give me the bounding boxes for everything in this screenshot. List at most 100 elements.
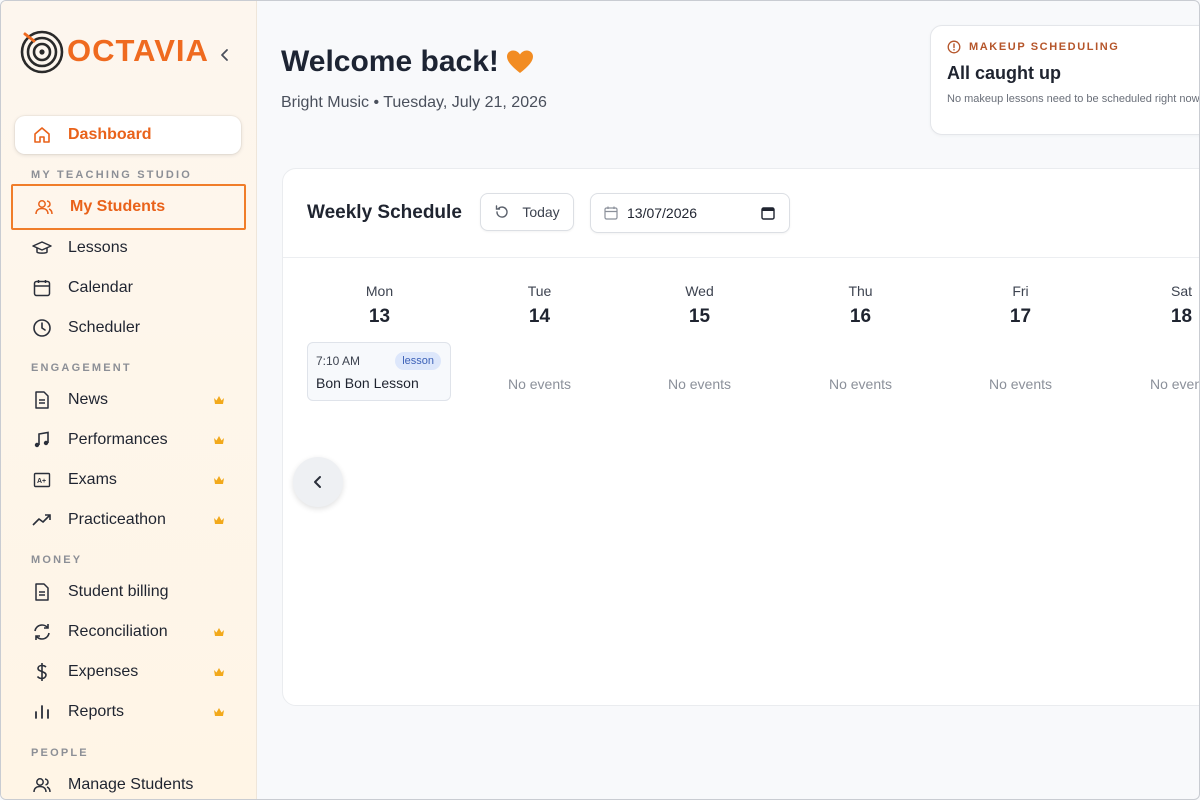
sidebar-item-label: Lessons (68, 239, 128, 256)
sidebar-item-label: Reports (68, 703, 125, 720)
today-button[interactable]: Today (480, 193, 574, 231)
sidebar-item-label: Exams (68, 471, 117, 488)
today-label: Today (522, 204, 560, 220)
reset-icon (496, 205, 508, 218)
day-header-tue: Tue 14 (467, 283, 612, 328)
sidebar-item-performances[interactable]: Performances (15, 421, 241, 459)
section-label-people: PEOPLE (31, 747, 89, 759)
bar-chart-icon (31, 701, 53, 723)
calendar-icon (31, 277, 53, 299)
users-icon (33, 196, 55, 218)
makeup-scheduling-card: MAKEUP SCHEDULING All caught up No makeu… (930, 25, 1199, 135)
section-label-money: MONEY (31, 554, 83, 566)
day-header-thu: Thu 16 (788, 283, 933, 328)
section-label-engagement: ENGAGEMENT (31, 362, 132, 374)
day-header-mon: Mon 13 (307, 283, 452, 328)
sidebar-item-manage-students[interactable]: Manage Students (15, 766, 241, 799)
crown-icon (214, 708, 224, 716)
day-name: Tue (527, 283, 552, 299)
home-icon (31, 124, 53, 146)
no-events-text: No events (828, 376, 893, 392)
document-icon (31, 581, 53, 603)
chevron-left-icon (221, 49, 228, 61)
sidebar-item-label: Practiceathon (68, 511, 166, 528)
sidebar-item-expenses[interactable]: Expenses (15, 653, 241, 691)
brand-name: OCTAVIA (67, 33, 209, 68)
week-date-input[interactable]: 13/07/2026 (590, 193, 790, 233)
page-subtitle: Bright Music • Tuesday, July 21, 2026 (281, 94, 547, 111)
day-number: 18 (1170, 306, 1193, 327)
day-name: Wed (685, 283, 714, 299)
welcome-text: Welcome back! (281, 45, 499, 78)
svg-text:A+: A+ (37, 478, 46, 485)
day-number: 15 (688, 306, 711, 327)
no-events-text: No events (667, 376, 732, 392)
event-card[interactable]: 7:10 AM lesson Bon Bon Lesson (307, 342, 451, 401)
sidebar-item-scheduler[interactable]: Scheduler (15, 309, 241, 347)
logo: OCTAVIA (19, 29, 209, 74)
trending-up-icon (31, 509, 53, 531)
sidebar-item-label: Student billing (68, 583, 169, 600)
previous-week-button[interactable] (293, 457, 343, 507)
sidebar-item-label: Calendar (68, 279, 133, 296)
chevron-left-icon (314, 476, 321, 488)
event-title: Bon Bon Lesson (316, 375, 419, 391)
crown-icon (214, 628, 224, 636)
day-name: Thu (848, 283, 873, 299)
crown-icon (214, 396, 224, 404)
date-picker-icon[interactable] (761, 206, 775, 220)
event-time: 7:10 AM (316, 354, 361, 368)
makeup-label-text: MAKEUP SCHEDULING (969, 41, 1120, 53)
sidebar-item-practiceathon[interactable]: Practiceathon (15, 501, 241, 539)
no-events-text: No events (1149, 376, 1199, 392)
no-events-text: No events (507, 376, 572, 392)
sidebar-item-label: Reconciliation (68, 623, 168, 640)
day-number: 17 (1009, 306, 1032, 327)
sidebar-item-reconciliation[interactable]: Reconciliation (15, 613, 241, 651)
page-title: Welcome back! (281, 45, 535, 79)
sidebar: OCTAVIA Dashboard MY TEACHING STUDIO My … (1, 1, 257, 799)
makeup-title: All caught up (947, 63, 1061, 83)
sidebar-item-dashboard[interactable]: Dashboard (15, 116, 241, 154)
refresh-icon (31, 621, 53, 643)
sidebar-item-reports[interactable]: Reports (15, 693, 241, 731)
sidebar-item-label: Dashboard (68, 126, 152, 143)
calendar-icon (604, 206, 618, 220)
crown-icon (214, 436, 224, 444)
collapse-sidebar-button[interactable] (213, 43, 237, 67)
day-name: Fri (1012, 283, 1029, 299)
document-icon (31, 389, 53, 411)
dollar-icon (31, 661, 53, 683)
weekly-schedule-card: Weekly Schedule Today 13/07/2026 Mon 13 … (282, 168, 1199, 706)
event-type-badge: lesson (395, 352, 441, 370)
sidebar-item-label: Manage Students (68, 776, 194, 793)
date-value: 13/07/2026 (627, 205, 698, 221)
day-header-fri: Fri 17 (948, 283, 1093, 328)
app-window: OCTAVIA Dashboard MY TEACHING STUDIO My … (0, 0, 1200, 800)
music-note-icon (31, 429, 53, 451)
sidebar-item-label: Scheduler (68, 319, 141, 336)
sidebar-item-news[interactable]: News (15, 381, 241, 419)
day-number: 14 (528, 306, 551, 327)
section-label-studio: MY TEACHING STUDIO (31, 169, 193, 181)
sidebar-item-label: My Students (70, 198, 166, 215)
sidebar-item-student-billing[interactable]: Student billing (15, 573, 241, 611)
clock-icon (31, 317, 53, 339)
day-name: Sat (1170, 283, 1192, 299)
day-header-sat: Sat 18 (1109, 283, 1199, 328)
crown-icon (214, 516, 224, 524)
orange-heart-icon (506, 50, 533, 73)
octavia-logo-icon (20, 30, 64, 74)
sidebar-item-my-students[interactable]: My Students (11, 184, 246, 230)
sidebar-item-label: Expenses (68, 663, 139, 680)
sidebar-item-exams[interactable]: A+ Exams (15, 461, 241, 499)
grade-icon: A+ (31, 469, 53, 491)
sidebar-item-label: Performances (68, 431, 168, 448)
sidebar-item-lessons[interactable]: Lessons (15, 229, 241, 267)
makeup-label: MAKEUP SCHEDULING (947, 40, 1119, 54)
day-number: 16 (849, 306, 872, 327)
day-header-wed: Wed 15 (627, 283, 772, 328)
sidebar-item-calendar[interactable]: Calendar (15, 269, 241, 307)
graduation-cap-icon (31, 237, 53, 259)
sidebar-item-label: News (68, 391, 109, 408)
